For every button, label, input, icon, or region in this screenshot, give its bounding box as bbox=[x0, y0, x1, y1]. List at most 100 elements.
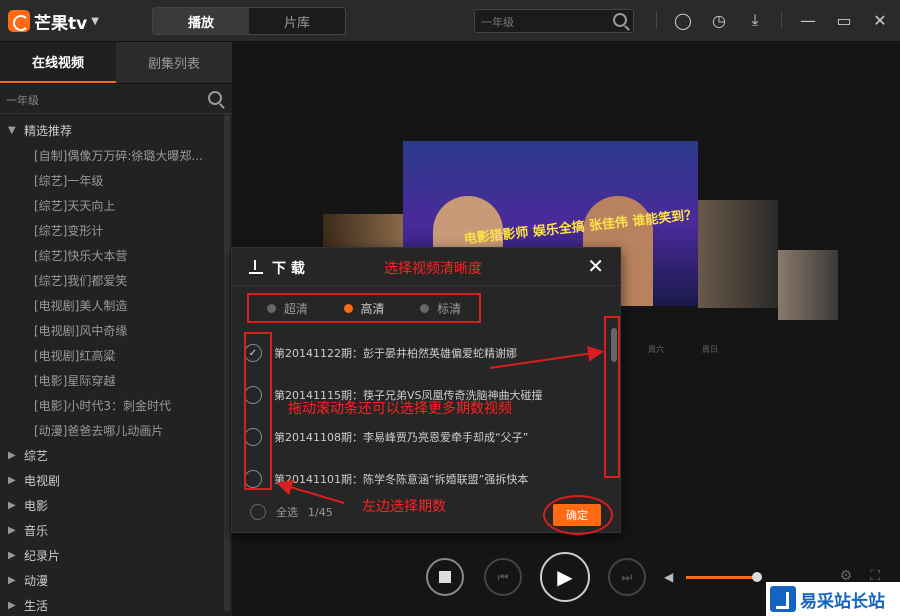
search-placeholder: 一年级 bbox=[481, 16, 514, 29]
radio-selected-icon bbox=[343, 303, 353, 313]
skip-back-icon: ⏮ bbox=[497, 569, 509, 584]
episode-row[interactable]: 第20141108期：李易峰贾乃亮恩爱牵手却成“父子” bbox=[244, 416, 604, 458]
next-button[interactable]: ⏭ bbox=[608, 558, 646, 596]
close-icon[interactable]: ✕ bbox=[587, 254, 604, 278]
annotation-scroll: 拖动滚动条还可以选择更多期数视频 bbox=[288, 401, 512, 417]
search-icon[interactable] bbox=[208, 91, 222, 105]
confirm-button[interactable]: 确定 bbox=[553, 504, 601, 526]
tree-category-label: 纪录片 bbox=[24, 549, 61, 563]
logo-text: 芒果tv bbox=[34, 13, 88, 34]
select-all[interactable]: 全选 1/45 bbox=[250, 504, 333, 520]
sidebar-search-placeholder: 一年级 bbox=[6, 94, 39, 107]
chevron-right-icon[interactable]: ▶ bbox=[8, 450, 18, 461]
episode-row[interactable]: ✓ 第20141122期：彭于晏井柏然英雄偏爱蛇精谢娜 bbox=[244, 332, 604, 374]
tab-library[interactable]: 片库 bbox=[249, 8, 345, 34]
mango-tv-app: 芒果tv ▼ 播放 片库 一年级 ◯ ◷ ⤓ — ▭ ✕ 在线视频 剧集列表 一… bbox=[0, 0, 900, 616]
quality-option-high[interactable]: 高清 bbox=[326, 300, 403, 317]
tree-category-label: 精选推荐 bbox=[24, 124, 73, 138]
dialog-title: 下 载 bbox=[248, 258, 305, 278]
tree-item[interactable]: [电视剧]红高粱 bbox=[0, 343, 232, 368]
chevron-down-icon[interactable]: ▼ bbox=[91, 16, 99, 27]
title-bar: 芒果tv ▼ 播放 片库 一年级 ◯ ◷ ⤓ — ▭ ✕ bbox=[0, 0, 900, 42]
tab-episode-list[interactable]: 剧集列表 bbox=[116, 42, 232, 83]
poster-thumbnail[interactable] bbox=[778, 250, 838, 320]
volume-slider[interactable] bbox=[686, 576, 758, 579]
tree-item[interactable]: [综艺]变形计 bbox=[0, 218, 232, 243]
tree-item[interactable]: [电影]星际穿越 bbox=[0, 368, 232, 393]
tree-category-label: 动漫 bbox=[24, 574, 49, 588]
episode-label: 第20141122期：彭于晏井柏然英雄偏爱蛇精谢娜 bbox=[274, 347, 517, 360]
dialog-header: 下 载 选择视频清晰度 ✕ bbox=[232, 248, 620, 286]
tree-category-tv[interactable]: ▶ 电视剧 bbox=[0, 468, 232, 493]
app-logo[interactable]: 芒果tv ▼ bbox=[8, 9, 99, 34]
volume-icon[interactable]: ◀ bbox=[664, 570, 678, 584]
chevron-down-icon[interactable]: ▼ bbox=[8, 125, 18, 136]
tree-item[interactable]: [综艺]快乐大本营 bbox=[0, 243, 232, 268]
tree-category-featured[interactable]: ▼ 精选推荐 bbox=[0, 118, 232, 143]
episode-label: 第20141101期：陈学冬陈意涵“拆婚联盟”强拆快本 bbox=[274, 473, 529, 486]
minimize-icon[interactable]: — bbox=[798, 10, 818, 30]
download-icon[interactable]: ⤓ bbox=[745, 10, 765, 30]
tree-item[interactable]: [动漫]爸爸去哪儿动画片 bbox=[0, 418, 232, 443]
tree-category-label: 音乐 bbox=[24, 524, 49, 538]
mango-logo-icon bbox=[8, 10, 30, 32]
quality-label: 超清 bbox=[283, 301, 308, 316]
tree-category-movie[interactable]: ▶ 电影 bbox=[0, 493, 232, 518]
download-dialog: 下 载 选择视频清晰度 ✕ 超清 高清 标清 ✓ 第20141122期：彭于晏井柏… bbox=[231, 247, 621, 535]
site-watermark: 易采站长站 bbox=[766, 582, 900, 616]
selected-count: 1/45 bbox=[308, 505, 333, 519]
tree-item[interactable]: [综艺]我们都爱笑 bbox=[0, 268, 232, 293]
chevron-right-icon[interactable]: ▶ bbox=[8, 500, 18, 511]
volume-slider-handle[interactable] bbox=[752, 572, 762, 582]
close-icon[interactable]: ✕ bbox=[870, 10, 890, 30]
sidebar: 在线视频 剧集列表 一年级 ▼ 精选推荐 [自制]偶像万万碎:徐璐大曝郑... [… bbox=[0, 42, 232, 616]
maximize-icon[interactable]: ▭ bbox=[834, 10, 854, 30]
site-logo-icon bbox=[770, 586, 796, 612]
chevron-right-icon[interactable]: ▶ bbox=[8, 575, 18, 586]
annotation-quality: 选择视频清晰度 bbox=[384, 261, 482, 277]
sidebar-scrollbar[interactable] bbox=[224, 114, 230, 612]
timeline: 周六 周日 bbox=[612, 334, 732, 354]
search-input[interactable]: 一年级 bbox=[474, 9, 634, 33]
checkbox-circle[interactable] bbox=[250, 504, 266, 520]
tree-category-music[interactable]: ▶ 音乐 bbox=[0, 518, 232, 543]
tree-item[interactable]: [自制]偶像万万碎:徐璐大曝郑... bbox=[0, 143, 232, 168]
tree-category-documentary[interactable]: ▶ 纪录片 bbox=[0, 543, 232, 568]
quality-option-super[interactable]: 超清 bbox=[249, 300, 326, 317]
tree-item[interactable]: [综艺]天天向上 bbox=[0, 193, 232, 218]
tab-play[interactable]: 播放 bbox=[153, 8, 249, 34]
tree-category-anime[interactable]: ▶ 动漫 bbox=[0, 568, 232, 593]
tree-category-life[interactable]: ▶ 生活 bbox=[0, 593, 232, 616]
tree-category-variety[interactable]: ▶ 综艺 bbox=[0, 443, 232, 468]
tree-item[interactable]: [电视剧]风中奇缘 bbox=[0, 318, 232, 343]
play-button[interactable]: ▶ bbox=[540, 552, 590, 602]
search-icon[interactable] bbox=[613, 13, 627, 27]
quality-option-standard[interactable]: 标清 bbox=[402, 300, 479, 317]
history-icon[interactable]: ◷ bbox=[709, 10, 729, 30]
titlebar-icons: ◯ ◷ ⤓ — ▭ ✕ bbox=[656, 10, 890, 30]
annotation-left: 左边选择期数 bbox=[362, 499, 446, 515]
tree-item[interactable]: [电视剧]美人制造 bbox=[0, 293, 232, 318]
tree-category-label: 电视剧 bbox=[24, 474, 61, 488]
play-icon: ▶ bbox=[557, 565, 573, 589]
previous-button[interactable]: ⏮ bbox=[484, 558, 522, 596]
user-icon[interactable]: ◯ bbox=[673, 10, 693, 30]
episode-row[interactable]: 第20141101期：陈学冬陈意涵“拆婚联盟”强拆快本 bbox=[244, 458, 604, 500]
stop-button[interactable] bbox=[426, 558, 464, 596]
annotation-box-checkboxes bbox=[244, 332, 272, 490]
quality-label: 高清 bbox=[360, 301, 385, 316]
download-icon bbox=[248, 260, 264, 276]
watermark-text: 易采站长站 bbox=[800, 591, 885, 612]
dialog-title-text: 下 载 bbox=[272, 261, 305, 277]
chevron-right-icon[interactable]: ▶ bbox=[8, 475, 18, 486]
tree-item[interactable]: [电影]小时代3：刺金时代 bbox=[0, 393, 232, 418]
poster-thumbnail[interactable] bbox=[698, 200, 778, 308]
chevron-right-icon[interactable]: ▶ bbox=[8, 525, 18, 536]
sidebar-search-input[interactable]: 一年级 bbox=[0, 86, 232, 114]
tree-item[interactable]: [综艺]一年级 bbox=[0, 168, 232, 193]
chevron-right-icon[interactable]: ▶ bbox=[8, 550, 18, 561]
tab-online-video[interactable]: 在线视频 bbox=[0, 42, 116, 83]
chevron-right-icon[interactable]: ▶ bbox=[8, 600, 18, 611]
tree-category-label: 电影 bbox=[24, 499, 49, 513]
select-all-label: 全选 bbox=[276, 506, 298, 519]
